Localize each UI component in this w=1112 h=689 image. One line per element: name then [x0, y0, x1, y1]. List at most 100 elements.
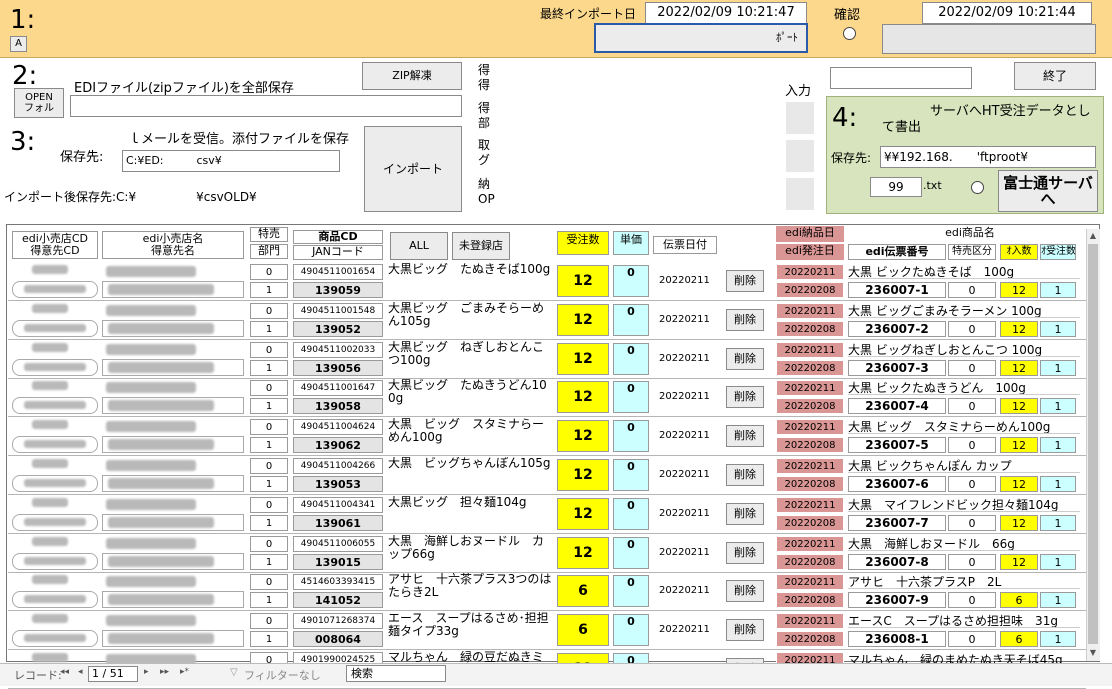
tokubai-cell[interactable]: 0 [250, 613, 288, 629]
order-date-cell[interactable]: 20220208 [776, 631, 844, 647]
filter-status[interactable]: フィルターなし [244, 667, 321, 683]
order-date-cell[interactable]: 20220208 [776, 592, 844, 608]
fujitsu-radio[interactable] [971, 181, 984, 194]
deliv-date-cell[interactable]: 20220211 [776, 419, 844, 435]
jan-cell[interactable]: 4904511006055 [293, 536, 383, 552]
qty2-cell[interactable]: 1 [1040, 398, 1076, 414]
jan-cell[interactable]: 4904511004341 [293, 497, 383, 513]
shohin-cd-cell[interactable]: 139059 [293, 282, 383, 298]
qty-cell[interactable]: 12 [557, 265, 609, 297]
irisu-cell[interactable]: 6 [1000, 592, 1038, 608]
deliv-date-cell[interactable]: 20220211 [776, 497, 844, 513]
scroll-thumb[interactable] [1088, 244, 1098, 644]
delete-button[interactable]: 削除 [726, 619, 764, 641]
slip-no-cell[interactable]: 236007-9 [848, 592, 946, 608]
product-name[interactable]: エース スープはるさめ･担担麺タイプ33g [388, 612, 554, 648]
irisu-cell[interactable]: 12 [1000, 398, 1038, 414]
qty2-cell[interactable]: 1 [1040, 437, 1076, 453]
delete-button[interactable]: 削除 [726, 464, 764, 486]
slip-no-cell[interactable]: 236007-6 [848, 476, 946, 492]
tokubai-kubun-cell[interactable]: 0 [948, 592, 996, 608]
delete-button[interactable]: 削除 [726, 542, 764, 564]
irisu-cell[interactable]: 12 [1000, 321, 1038, 337]
nav-last-icon[interactable]: ▸▸ [160, 667, 169, 677]
delete-button[interactable]: 削除 [726, 309, 764, 331]
qty2-cell[interactable]: 1 [1040, 631, 1076, 647]
qty2-cell[interactable]: 1 [1040, 321, 1076, 337]
order-date-cell[interactable]: 20220208 [776, 476, 844, 492]
top-right-input[interactable] [830, 67, 972, 89]
shohin-cd-cell[interactable]: 139052 [293, 321, 383, 337]
slip-no-cell[interactable]: 236008-1 [848, 631, 946, 647]
scroll-up-icon[interactable]: ▲ [1086, 229, 1100, 243]
shohin-cd-cell[interactable]: 139058 [293, 398, 383, 414]
import-top-button[interactable]: ﾎﾟｰﾄ [594, 23, 808, 53]
irisu-cell[interactable]: 6 [1000, 631, 1038, 647]
confirm-button[interactable] [882, 24, 1096, 54]
price-cell[interactable]: 0 [613, 381, 649, 413]
tokubai-cell[interactable]: 0 [250, 536, 288, 552]
delete-button[interactable]: 削除 [726, 503, 764, 525]
qty2-cell[interactable]: 1 [1040, 360, 1076, 376]
slip-date[interactable]: 20220211 [659, 508, 710, 519]
price-cell[interactable]: 0 [613, 343, 649, 375]
edi-folder-input[interactable] [70, 95, 462, 117]
search-input[interactable]: 検索 [346, 665, 446, 682]
tokubai-cell[interactable]: 0 [250, 458, 288, 474]
product-name[interactable]: 大黒ビッグ ごまみそらーめん105g [388, 302, 554, 338]
edi-product-name[interactable]: 大黒 海鮮しおヌードル 66g [848, 535, 1080, 551]
delete-button[interactable]: 削除 [726, 580, 764, 602]
shohin-cd-cell[interactable]: 139053 [293, 476, 383, 492]
edi-product-name[interactable]: 大黒 ビッグごまみそラーメン 100g [848, 302, 1080, 318]
tokubai-kubun-cell[interactable]: 0 [948, 515, 996, 531]
tokubai-kubun-cell[interactable]: 0 [948, 437, 996, 453]
jan-cell[interactable]: 4901071268374 [293, 613, 383, 629]
irisu-cell[interactable]: 12 [1000, 360, 1038, 376]
order-date-cell[interactable]: 20220208 [776, 360, 844, 376]
edi-product-name[interactable]: 大黒 マイフレンドビック担々麺104g [848, 496, 1080, 512]
edi-product-name[interactable]: 大黒 ビックたぬきそば 100g [848, 263, 1080, 279]
scroll-down-icon[interactable]: ▼ [1086, 646, 1100, 660]
price-cell[interactable]: 0 [613, 498, 649, 530]
qty-cell[interactable]: 12 [557, 537, 609, 569]
edi-product-name[interactable]: アサヒ 十六茶プラスP 2L [848, 573, 1080, 589]
slip-no-cell[interactable]: 236007-7 [848, 515, 946, 531]
deliv-date-cell[interactable]: 20220211 [776, 380, 844, 396]
bumon-cell[interactable]: 1 [250, 321, 288, 337]
bumon-cell[interactable]: 1 [250, 437, 288, 453]
bumon-cell[interactable]: 1 [250, 398, 288, 414]
jan-cell[interactable]: 4514603393415 [293, 574, 383, 590]
order-date-cell[interactable]: 20220208 [776, 554, 844, 570]
tokubai-kubun-cell[interactable]: 0 [948, 360, 996, 376]
deliv-date-cell[interactable]: 20220211 [776, 342, 844, 358]
open-folder-button[interactable]: OPEN フォル [14, 88, 64, 118]
product-name[interactable]: アサヒ 十六茶プラス3つのはたらき2L [388, 573, 554, 609]
qty2-cell[interactable]: 1 [1040, 282, 1076, 298]
price-cell[interactable]: 0 [613, 614, 649, 646]
slip-date[interactable]: 20220211 [659, 469, 710, 480]
bumon-cell[interactable]: 1 [250, 515, 288, 531]
product-name[interactable]: 大黒 ビッグ スタミナらーめん100g [388, 418, 554, 454]
irisu-cell[interactable]: 12 [1000, 437, 1038, 453]
tokubai-cell[interactable]: 0 [250, 419, 288, 435]
tokubai-kubun-cell[interactable]: 0 [948, 631, 996, 647]
bumon-cell[interactable]: 1 [250, 360, 288, 376]
qty2-cell[interactable]: 1 [1040, 515, 1076, 531]
qty2-cell[interactable]: 1 [1040, 554, 1076, 570]
jan-cell[interactable]: 4904511002033 [293, 342, 383, 358]
slip-date[interactable]: 20220211 [659, 547, 710, 558]
nav-first-icon[interactable]: ◂◂ [60, 667, 69, 677]
slip-no-cell[interactable]: 236007-5 [848, 437, 946, 453]
product-name[interactable]: 大黒ビッグ ねぎしおとんこつ100g [388, 341, 554, 377]
delete-button[interactable]: 削除 [726, 348, 764, 370]
tokubai-kubun-cell[interactable]: 0 [948, 282, 996, 298]
product-name[interactable]: 大黒ビッグ たぬきそば100g [388, 263, 554, 299]
order-date-cell[interactable]: 20220208 [776, 282, 844, 298]
tokubai-kubun-cell[interactable]: 0 [948, 554, 996, 570]
slip-no-cell[interactable]: 236007-4 [848, 398, 946, 414]
record-position-input[interactable]: 1 / 51 [88, 666, 138, 682]
price-cell[interactable]: 0 [613, 304, 649, 336]
slip-date[interactable]: 20220211 [659, 391, 710, 402]
nav-new-icon[interactable]: ▸* [180, 667, 189, 677]
jan-cell[interactable]: 4904511001548 [293, 303, 383, 319]
